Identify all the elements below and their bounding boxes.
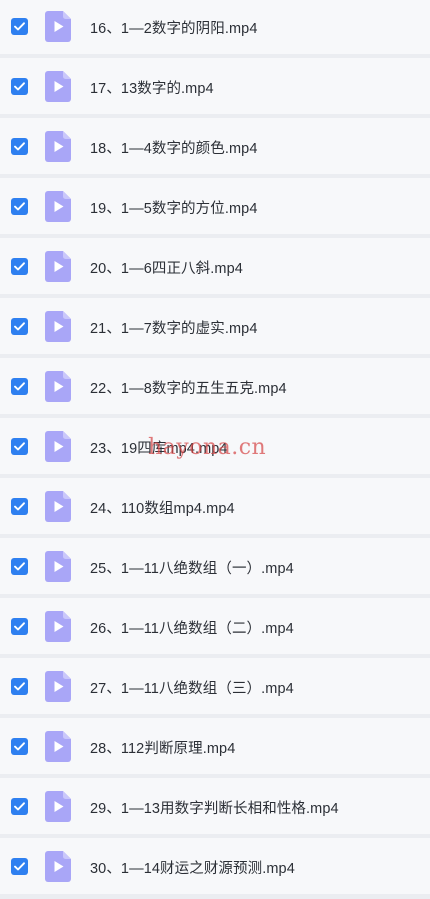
checkmark-icon — [14, 81, 25, 90]
file-name: 29、1—13用数字判断长相和性格.mp4 — [90, 801, 339, 817]
file-name: 18、1—4数字的颜色.mp4 — [90, 141, 258, 157]
file-row[interactable]: 27、1—11八绝数组（三）.mp4 — [0, 658, 430, 714]
video-file-icon — [45, 670, 71, 702]
file-row[interactable]: 24、110数组mp4.mp4 — [0, 478, 430, 534]
file-name: 22、1—8数字的五生五克.mp4 — [90, 381, 287, 397]
file-name: 24、110数组mp4.mp4 — [90, 501, 235, 517]
checkmark-icon — [14, 801, 25, 810]
checkmark-icon — [14, 201, 25, 210]
row-checkbox[interactable] — [11, 557, 28, 575]
checkmark-icon — [14, 141, 25, 150]
file-row[interactable]: 21、1—7数字的虚实.mp4 — [0, 298, 430, 354]
checkmark-icon — [14, 561, 25, 570]
file-row[interactable]: 18、1—4数字的颜色.mp4 — [0, 118, 430, 174]
file-name: 17、13数字的.mp4 — [90, 81, 214, 97]
video-file-icon — [45, 370, 71, 402]
file-row[interactable]: 19、1—5数字的方位.mp4 — [0, 178, 430, 234]
file-name: 21、1—7数字的虚实.mp4 — [90, 321, 258, 337]
video-file-icon — [45, 610, 71, 642]
file-row[interactable]: 30、1—14财运之财源预测.mp4 — [0, 838, 430, 894]
file-row[interactable]: 16、1—2数字的阴阳.mp4 — [0, 0, 430, 54]
file-name: 26、1—11八绝数组（二）.mp4 — [90, 621, 294, 637]
row-checkbox[interactable] — [11, 77, 28, 95]
video-file-icon — [45, 130, 71, 162]
row-checkbox[interactable] — [11, 257, 28, 275]
video-file-icon — [45, 730, 71, 762]
file-name: 20、1—6四正八斜.mp4 — [90, 261, 243, 277]
checkmark-icon — [14, 861, 25, 870]
checkmark-icon — [14, 381, 25, 390]
checkmark-icon — [14, 741, 25, 750]
row-checkbox[interactable] — [11, 317, 28, 335]
checkmark-icon — [14, 321, 25, 330]
file-row[interactable]: 23、19四库mp4.mp4 — [0, 418, 430, 474]
checkmark-icon — [14, 261, 25, 270]
file-row[interactable]: 28、112判断原理.mp4 — [0, 718, 430, 774]
checkmark-icon — [14, 501, 25, 510]
file-row[interactable]: 29、1—13用数字判断长相和性格.mp4 — [0, 778, 430, 834]
video-file-icon — [45, 70, 71, 102]
row-checkbox[interactable] — [11, 377, 28, 395]
video-file-icon — [45, 190, 71, 222]
checkmark-icon — [14, 681, 25, 690]
row-checkbox[interactable] — [11, 437, 28, 455]
checkmark-icon — [14, 21, 25, 30]
file-row[interactable]: 25、1—11八绝数组（一）.mp4 — [0, 538, 430, 594]
row-checkbox[interactable] — [11, 677, 28, 695]
video-file-icon — [45, 310, 71, 342]
row-checkbox[interactable] — [11, 137, 28, 155]
file-name: 19、1—5数字的方位.mp4 — [90, 201, 258, 217]
file-row[interactable]: 17、13数字的.mp4 — [0, 58, 430, 114]
file-list: 16、1—2数字的阴阳.mp4 17、13数字的.mp4 18、1—4数字的颜色.m… — [0, 0, 430, 899]
row-checkbox[interactable] — [11, 737, 28, 755]
row-checkbox[interactable] — [11, 197, 28, 215]
file-name: 30、1—14财运之财源预测.mp4 — [90, 861, 295, 877]
file-row[interactable]: 22、1—8数字的五生五克.mp4 — [0, 358, 430, 414]
row-checkbox[interactable] — [11, 497, 28, 515]
video-file-icon — [45, 250, 71, 282]
video-file-icon — [45, 490, 71, 522]
file-name: 16、1—2数字的阴阳.mp4 — [90, 21, 258, 37]
video-file-icon — [45, 550, 71, 582]
file-name: 23、19四库mp4.mp4 — [90, 441, 228, 457]
row-checkbox[interactable] — [11, 797, 28, 815]
file-name: 27、1—11八绝数组（三）.mp4 — [90, 681, 294, 697]
video-file-icon — [45, 850, 71, 882]
file-row[interactable]: 20、1—6四正八斜.mp4 — [0, 238, 430, 294]
row-checkbox[interactable] — [11, 617, 28, 635]
checkmark-icon — [14, 441, 25, 450]
video-file-icon — [45, 10, 71, 42]
file-name: 25、1—11八绝数组（一）.mp4 — [90, 561, 294, 577]
row-checkbox[interactable] — [11, 857, 28, 875]
video-file-icon — [45, 430, 71, 462]
checkmark-icon — [14, 621, 25, 630]
row-checkbox[interactable] — [11, 17, 28, 35]
file-name: 28、112判断原理.mp4 — [90, 741, 236, 757]
file-row[interactable]: 26、1—11八绝数组（二）.mp4 — [0, 598, 430, 654]
video-file-icon — [45, 790, 71, 822]
